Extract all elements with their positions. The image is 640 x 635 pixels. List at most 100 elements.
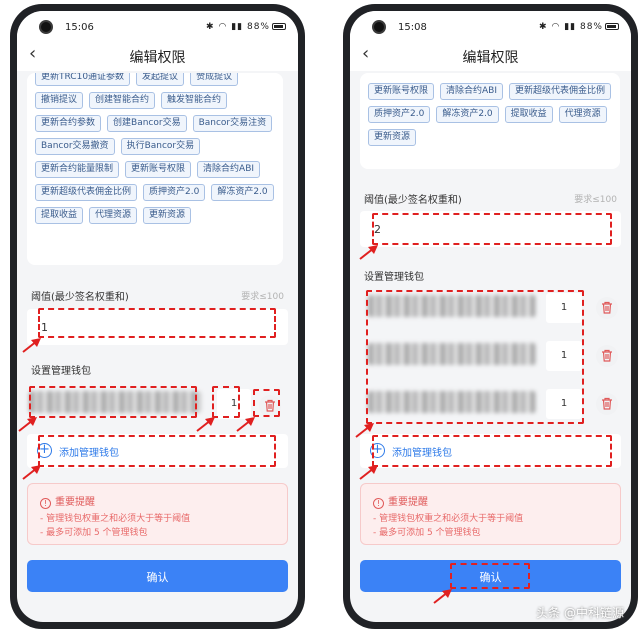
- battery-icon: [272, 23, 286, 30]
- signal-icon: ▮▮: [231, 22, 244, 32]
- permission-tag: 赞成提议: [190, 73, 239, 86]
- delete-wallet-button[interactable]: [596, 345, 618, 367]
- permission-tag: 发起提议: [136, 73, 185, 86]
- confirm-label: 确认: [146, 571, 169, 584]
- notice-line: - 最多可添加 5 个管理钱包: [40, 528, 148, 538]
- arrow-icon: [18, 417, 37, 432]
- notice-line: - 管理钱包权重之和必须大于等于阈值: [40, 514, 191, 524]
- permission-tag: 质押资产2.0: [143, 184, 206, 201]
- permission-tag: 更新超级代表佣金比例: [35, 184, 138, 201]
- delete-wallet-button[interactable]: [596, 297, 618, 319]
- highlight-confirm: [450, 563, 530, 589]
- camera-icon: [372, 20, 386, 34]
- notice-title: ! 重要提醒: [40, 493, 95, 509]
- arrow-icon: [196, 417, 215, 432]
- screen-right: 15:08 ✱ ◠ ▮▮ 88% ‹ 编辑权限 更新账号权限 清除合约ABI 更新超…: [350, 11, 631, 622]
- permissions-card: 更新TRC10通证参数 发起提议 赞成提议撤销提议 创建智能合约 触发智能合约更新合约参…: [27, 73, 283, 265]
- arrow-icon: [355, 423, 374, 438]
- battery-percent: 88%: [579, 22, 603, 32]
- notice-line: - 管理钱包权重之和必须大于等于阈值: [373, 514, 524, 524]
- warning-icon: !: [373, 498, 384, 509]
- permission-tag: 解冻资产2.0: [436, 106, 499, 123]
- wifi-icon: ◠: [218, 22, 228, 32]
- permission-tag: 更新超级代表佣金比例: [509, 83, 612, 100]
- permission-tag: Bancor交易注资: [192, 115, 273, 132]
- arrow-icon: [236, 417, 255, 432]
- system-icons: ✱ ◠ ▮▮ 88%: [206, 22, 286, 32]
- delete-wallet-button[interactable]: [596, 393, 618, 415]
- permission-tag: 清除合约ABI: [197, 161, 261, 178]
- system-icons: ✱ ◠ ▮▮ 88%: [539, 22, 619, 32]
- wallets-label: 设置管理钱包: [364, 272, 424, 283]
- permission-tag: 提取收益: [504, 106, 553, 123]
- wallets-label: 设置管理钱包: [31, 366, 91, 377]
- permission-tag: 代理资源: [558, 106, 607, 123]
- highlight-add-wallet: [372, 435, 612, 467]
- phone-left: 15:06 ✱ ◠ ▮▮ 88% ‹ 编辑权限 更新TRC10通证参数 发起提议赞…: [10, 4, 305, 629]
- permissions-card: 更新账号权限 清除合约ABI 更新超级代表佣金比例质押资产2.0 解冻资产2.0 提取收…: [360, 73, 620, 169]
- permission-tag: 更新账号权限: [368, 83, 435, 100]
- highlight-weight: [212, 386, 240, 418]
- arrow-icon: [22, 338, 41, 353]
- nav-bar: ‹ 编辑权限: [350, 37, 631, 71]
- permission-tag: 代理资源: [89, 207, 138, 224]
- permission-tag: 更新资源: [368, 129, 417, 146]
- warning-icon: !: [40, 498, 51, 509]
- highlight-add-wallet: [38, 435, 276, 467]
- battery-icon: [605, 23, 619, 30]
- permission-tag: 创建Bancor交易: [107, 115, 187, 132]
- page-title: 编辑权限: [129, 50, 186, 66]
- status-time: 15:06: [65, 22, 94, 33]
- permission-tag: 执行Bancor交易: [120, 138, 201, 155]
- notice-title: ! 重要提醒: [373, 493, 428, 509]
- notice-box: ! 重要提醒 - 管理钱包权重之和必须大于等于阈值 - 最多可添加 5 个管理钱包: [360, 483, 621, 545]
- notice-box: ! 重要提醒 - 管理钱包权重之和必须大于等于阈值 - 最多可添加 5 个管理钱包: [27, 483, 288, 545]
- wifi-icon: ◠: [551, 22, 561, 32]
- camera-icon: [39, 20, 53, 34]
- highlight-wallets: [366, 290, 584, 424]
- signal-icon: ▮▮: [564, 22, 577, 32]
- permission-tags: 更新账号权限 清除合约ABI 更新超级代表佣金比例质押资产2.0 解冻资产2.0 提取收…: [360, 79, 620, 150]
- arrow-icon: [359, 465, 378, 480]
- permission-tag: 更新合约参数: [35, 115, 102, 132]
- permission-tag: 更新资源: [143, 207, 192, 224]
- notice-line: - 最多可添加 5 个管理钱包: [373, 528, 481, 538]
- permission-tag: 更新账号权限: [125, 161, 192, 178]
- permission-tag: 撤销提议: [35, 92, 84, 109]
- screen-left: 15:06 ✱ ◠ ▮▮ 88% ‹ 编辑权限 更新TRC10通证参数 发起提议赞…: [17, 11, 298, 622]
- trash-icon: [602, 349, 612, 362]
- battery-percent: 88%: [246, 22, 270, 32]
- highlight-threshold: [38, 308, 276, 338]
- highlight-delete: [253, 389, 280, 417]
- arrow-icon: [433, 589, 452, 604]
- threshold-label: 阈值(最少签名权重和): [31, 292, 129, 303]
- permission-tag: 更新TRC10通证参数: [35, 73, 131, 86]
- page-title: 编辑权限: [462, 50, 519, 66]
- trash-icon: [602, 397, 612, 410]
- bluetooth-icon: ✱: [539, 22, 548, 32]
- highlight-address: [29, 386, 197, 418]
- permission-tag: 清除合约ABI: [440, 83, 504, 100]
- threshold-label: 阈值(最少签名权重和): [364, 195, 462, 206]
- permission-tag: 创建智能合约: [89, 92, 156, 109]
- permission-tag: 更新合约能量限制: [35, 161, 120, 178]
- permission-tag: Bancor交易撤资: [35, 138, 115, 155]
- threshold-hint: 要求≤100: [574, 195, 617, 205]
- highlight-threshold: [372, 213, 612, 245]
- status-time: 15:08: [398, 22, 427, 33]
- nav-bar: ‹ 编辑权限: [17, 37, 298, 71]
- permission-tag: 质押资产2.0: [368, 106, 431, 123]
- arrow-icon: [359, 245, 378, 260]
- threshold-hint: 要求≤100: [241, 292, 284, 302]
- watermark: 头条 @中科链源: [536, 606, 624, 620]
- phone-right: 15:08 ✱ ◠ ▮▮ 88% ‹ 编辑权限 更新账号权限 清除合约ABI 更新超…: [343, 4, 638, 629]
- permission-tag: 提取收益: [35, 207, 84, 224]
- status-bar: 15:08 ✱ ◠ ▮▮ 88%: [350, 11, 631, 37]
- status-bar: 15:06 ✱ ◠ ▮▮ 88%: [17, 11, 298, 37]
- trash-icon: [602, 301, 612, 314]
- permission-tag: 触发智能合约: [161, 92, 228, 109]
- bluetooth-icon: ✱: [206, 22, 215, 32]
- confirm-button[interactable]: 确认: [27, 560, 288, 592]
- permission-tags: 更新TRC10通证参数 发起提议 赞成提议撤销提议 创建智能合约 触发智能合约更新合约参…: [27, 73, 283, 228]
- permission-tag: 解冻资产2.0: [211, 184, 274, 201]
